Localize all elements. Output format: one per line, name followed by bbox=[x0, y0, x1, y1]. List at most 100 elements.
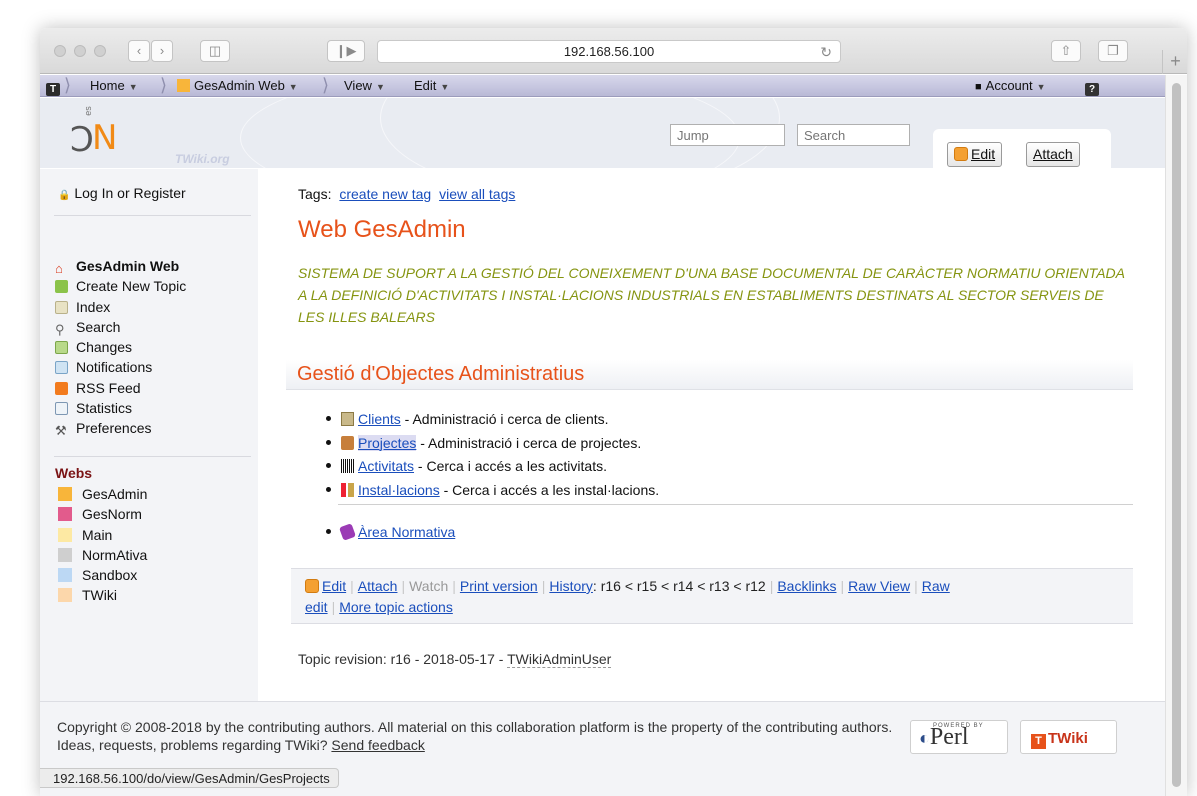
action-watch[interactable]: Watch bbox=[409, 578, 448, 594]
view-all-tags-link[interactable]: view all tags bbox=[439, 186, 515, 202]
create-new-tag-link[interactable]: create new tag bbox=[339, 186, 431, 202]
action-attach[interactable]: Attach bbox=[358, 578, 398, 594]
action-backlinks[interactable]: Backlinks bbox=[777, 578, 836, 594]
topic-actions-bar: Edit | Attach | Watch | Print version | History:… bbox=[291, 568, 1133, 624]
login-link[interactable]: Log In bbox=[74, 185, 113, 201]
web-item-gesnorm[interactable]: GesNorm bbox=[58, 506, 147, 526]
sidebar-item-index[interactable]: Index bbox=[55, 299, 186, 319]
close-window-button[interactable] bbox=[54, 45, 66, 57]
web-item-sandbox[interactable]: Sandbox bbox=[58, 567, 147, 587]
help-icon[interactable]: ? bbox=[1085, 78, 1099, 96]
statistics-icon bbox=[55, 402, 68, 416]
menu-edit[interactable]: Edit ▼ bbox=[414, 78, 449, 93]
menu-web[interactable]: GesAdmin Web ▼ bbox=[177, 78, 298, 93]
address-bar[interactable]: 192.168.56.100 ↻ bbox=[377, 40, 841, 63]
activitats-link[interactable]: Activitats bbox=[358, 458, 414, 474]
notifications-icon bbox=[55, 361, 68, 375]
page-subtitle: SISTEMA DE SUPORT A LA GESTIÓ DEL CONEIX… bbox=[298, 265, 1125, 325]
send-feedback-link[interactable]: Send feedback bbox=[331, 737, 424, 753]
tabs-overview-icon[interactable]: ❐ bbox=[1098, 40, 1128, 62]
back-button[interactable]: ‹ bbox=[128, 40, 150, 62]
topic-revision: Topic revision: r16 - 2018-05-17 - TWiki… bbox=[298, 651, 612, 668]
sidebar-item-gesadmin-web[interactable]: ⌂ GesAdmin Web bbox=[55, 258, 186, 278]
copyright-text: Copyright © 2008-2018 by the contributin… bbox=[57, 719, 893, 753]
sidebar-item-preferences[interactable]: ⚒ Preferences bbox=[55, 420, 186, 440]
list-item: Àrea Normativa bbox=[326, 523, 455, 541]
sidebar-item-search[interactable]: ⚲ Search bbox=[55, 319, 186, 339]
sidebar-item-statistics[interactable]: Statistics bbox=[55, 400, 186, 420]
web-color-icon bbox=[177, 79, 190, 92]
sidebar-divider bbox=[54, 215, 251, 216]
reload-icon[interactable]: ↻ bbox=[820, 41, 832, 63]
action-more[interactable]: More topic actions bbox=[339, 599, 453, 615]
web-item-normativa[interactable]: NormAtiva bbox=[58, 547, 147, 567]
user-icon: ■ bbox=[975, 81, 982, 93]
web-item-gesadmin[interactable]: GesAdmin bbox=[58, 486, 147, 506]
history-revisions[interactable]: : r16 < r15 < r14 < r13 < r12 bbox=[593, 578, 766, 594]
home-icon: ⌂ bbox=[55, 261, 63, 276]
edit-button[interactable]: Edit bbox=[947, 142, 1003, 167]
zoom-window-button[interactable] bbox=[94, 45, 106, 57]
logo-tagline: TWiki.org bbox=[175, 152, 230, 166]
minimize-window-button[interactable] bbox=[74, 45, 86, 57]
status-bar-url: 192.168.56.100/do/view/GesAdmin/GesProje… bbox=[40, 768, 339, 788]
vertical-scrollbar[interactable] bbox=[1165, 75, 1187, 796]
new-topic-icon bbox=[55, 280, 68, 294]
scrollbar-thumb[interactable] bbox=[1172, 83, 1181, 787]
web-color-icon bbox=[58, 507, 72, 522]
tags-line: Tags: create new tag view all tags bbox=[298, 186, 516, 202]
clients-link[interactable]: Clients bbox=[358, 411, 401, 427]
sidebar-toggle-icon[interactable]: ◫ bbox=[200, 40, 230, 62]
page-title: Web GesAdmin bbox=[298, 216, 466, 243]
twiki-logo-icon[interactable]: T bbox=[46, 78, 60, 96]
sidebar-item-rss-feed[interactable]: RSS Feed bbox=[55, 380, 186, 400]
login-line: 🔒 Log In or Register bbox=[58, 185, 186, 201]
index-icon bbox=[55, 300, 68, 314]
list-item: Instal·lacions - Cerca i accés a les ins… bbox=[326, 482, 659, 506]
menu-account[interactable]: ■ Account ▼ bbox=[975, 78, 1046, 93]
changes-icon bbox=[55, 341, 68, 355]
lock-icon: 🔒 bbox=[58, 190, 71, 201]
revision-user-link[interactable]: TWikiAdminUser bbox=[507, 651, 612, 668]
sidebar-item-changes[interactable]: Changes bbox=[55, 339, 186, 359]
projectes-link[interactable]: Projectes bbox=[358, 434, 417, 451]
menu-view[interactable]: View ▼ bbox=[344, 78, 385, 93]
new-tab-button[interactable]: + bbox=[1162, 50, 1187, 74]
powered-by-perl-logo[interactable]: POWERED BY ◐Perl bbox=[910, 720, 1008, 754]
web-color-icon bbox=[58, 487, 72, 501]
webs-list: GesAdmin GesNorm Main NormAtiva Sandbox … bbox=[58, 486, 147, 608]
menu-home[interactable]: Home ▼ bbox=[90, 78, 138, 93]
webs-heading: Webs bbox=[55, 465, 93, 481]
reader-icon[interactable]: ❙▶ bbox=[327, 40, 365, 62]
search-input[interactable] bbox=[797, 124, 910, 146]
attach-button[interactable]: Attach bbox=[1026, 142, 1080, 167]
action-history[interactable]: History bbox=[549, 578, 593, 594]
action-raw-view[interactable]: Raw View bbox=[848, 578, 910, 594]
objects-list: Clients - Administració i cerca de clien… bbox=[326, 411, 659, 505]
left-sidebar: 🔒 Log In or Register ⌂ GesAdmin Web Creat… bbox=[40, 169, 258, 701]
web-color-icon bbox=[58, 568, 72, 583]
register-link[interactable]: Register bbox=[134, 185, 186, 201]
site-logo[interactable]: es Ɔ N TWiki.org bbox=[70, 106, 250, 166]
rss-icon bbox=[55, 381, 68, 395]
forward-button[interactable]: › bbox=[151, 40, 173, 62]
preferences-icon: ⚒ bbox=[55, 423, 67, 439]
edit-icon bbox=[305, 579, 319, 593]
breadcrumb-separator-icon: ⟩ bbox=[64, 75, 72, 95]
twiki-menubar: T ⟩ Home ▼ ⟩ GesAdmin Web ▼ ⟩ View ▼ Edit ▼ … bbox=[40, 75, 1165, 97]
share-icon[interactable]: ⇧ bbox=[1051, 40, 1081, 62]
jump-input[interactable] bbox=[670, 124, 785, 146]
area-normativa-link[interactable]: Àrea Normativa bbox=[358, 524, 455, 540]
action-edit[interactable]: Edit bbox=[322, 578, 346, 594]
twiki-logo[interactable]: T TWiki bbox=[1020, 720, 1117, 754]
browser-window: ‹ › ◫ ❙▶ 192.168.56.100 ↻ ⇧ ❐ + T ⟩ Home… bbox=[40, 28, 1187, 796]
web-item-main[interactable]: Main bbox=[58, 527, 147, 547]
barcode-icon bbox=[341, 459, 354, 473]
action-print[interactable]: Print version bbox=[460, 578, 538, 594]
section-heading: Gestió d'Objectes Administratius bbox=[286, 360, 1133, 390]
projectes-icon bbox=[341, 435, 354, 450]
sidebar-item-notifications[interactable]: Notifications bbox=[55, 359, 186, 379]
sidebar-item-create-new-topic[interactable]: Create New Topic bbox=[55, 278, 186, 298]
web-item-twiki[interactable]: TWiki bbox=[58, 587, 147, 607]
installations-link[interactable]: Instal·lacions bbox=[358, 482, 440, 498]
